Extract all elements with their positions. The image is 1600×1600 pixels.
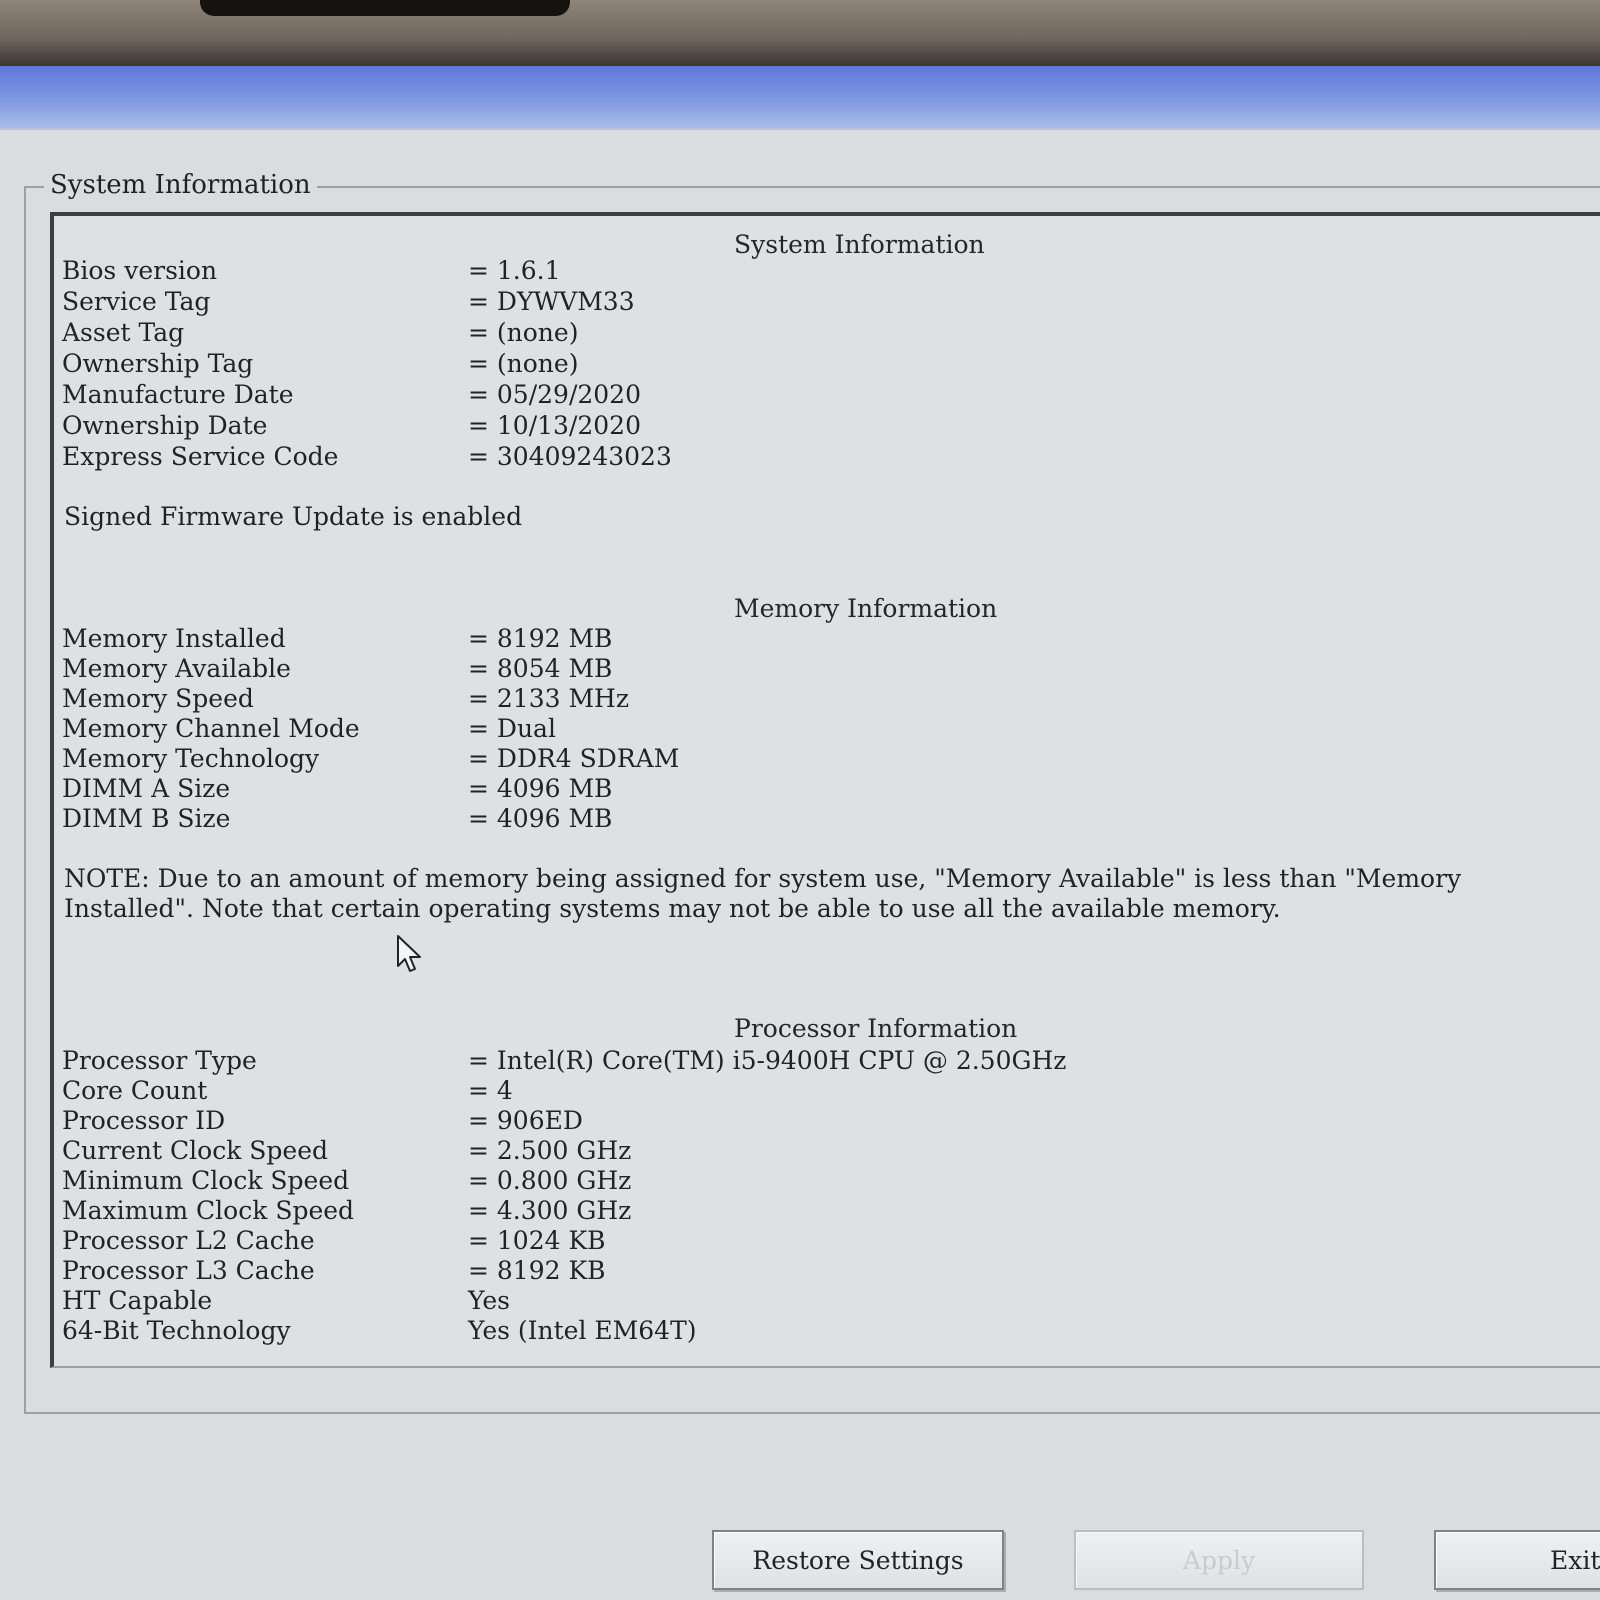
row-label: Memory Technology — [62, 744, 320, 773]
row-value: = Intel(R) Core(TM) i5-9400H CPU @ 2.50G… — [468, 1046, 1067, 1075]
row-value: = 1024 KB — [468, 1226, 606, 1255]
row-label: Core Count — [62, 1076, 208, 1105]
row-label: Ownership Tag — [62, 349, 254, 378]
row-value: = DDR4 SDRAM — [468, 744, 680, 773]
row-label: Processor Type — [62, 1046, 257, 1075]
row-value: Yes — [468, 1286, 510, 1315]
restore-settings-button[interactable]: Restore Settings — [712, 1530, 1004, 1590]
mouse-pointer-icon — [397, 935, 421, 972]
system-information-groupbox: System Information System Information Bi… — [24, 170, 1600, 1414]
row-label: Memory Speed — [62, 684, 254, 713]
row-value: = 8192 MB — [468, 624, 613, 653]
laptop-bezel — [0, 0, 1600, 66]
memory-note: NOTE: Due to an amount of memory being a… — [64, 864, 1462, 923]
row-value: = 4096 MB — [468, 804, 613, 833]
row-label: Memory Channel Mode — [62, 714, 360, 743]
exit-button[interactable]: Exit — [1434, 1530, 1600, 1590]
row-value: = 8054 MB — [468, 654, 613, 683]
row-value: = 906ED — [468, 1106, 583, 1135]
row-value: = 0.800 GHz — [468, 1166, 632, 1195]
row-label: Minimum Clock Speed — [62, 1166, 350, 1195]
apply-button[interactable]: Apply — [1074, 1530, 1364, 1590]
row-value: = (none) — [468, 318, 579, 347]
row-value: = Dual — [468, 714, 556, 743]
bios-screen: System Information System Information Bi… — [0, 66, 1600, 1600]
row-value: = 2.500 GHz — [468, 1136, 632, 1165]
row-value: = 1.6.1 — [468, 256, 561, 285]
processor-information-title: Processor Information — [734, 1014, 1018, 1043]
row-label: Asset Tag — [62, 318, 185, 347]
row-label: Ownership Date — [62, 411, 268, 440]
row-label: Maximum Clock Speed — [62, 1196, 355, 1225]
row-value: = 4 — [468, 1076, 513, 1105]
row-label: Service Tag — [62, 287, 211, 316]
row-value: = 4.300 GHz — [468, 1196, 632, 1225]
firmware-update-status: Signed Firmware Update is enabled — [64, 502, 523, 531]
row-label: Processor L2 Cache — [62, 1226, 315, 1255]
row-label: Bios version — [62, 256, 218, 285]
row-label: Memory Available — [62, 654, 291, 683]
row-label: Processor L3 Cache — [62, 1256, 315, 1285]
row-label: DIMM B Size — [62, 804, 231, 833]
row-label: Current Clock Speed — [62, 1136, 329, 1165]
row-value: = 4096 MB — [468, 774, 613, 803]
row-value: Yes (Intel EM64T) — [468, 1316, 697, 1345]
memory-information-title: Memory Information — [734, 594, 998, 623]
row-value: = (none) — [468, 349, 579, 378]
row-label: Manufacture Date — [62, 380, 294, 409]
title-bar — [0, 66, 1600, 130]
row-value: = DYWVM33 — [468, 287, 635, 316]
row-value: = 8192 KB — [468, 1256, 606, 1285]
row-label: Processor ID — [62, 1106, 226, 1135]
row-value: = 30409243023 — [468, 442, 672, 471]
row-value: = 2133 MHz — [468, 684, 630, 713]
system-information-title: System Information — [734, 230, 985, 259]
information-panel: System Information Bios version = 1.6.1 … — [50, 212, 1600, 1368]
row-value: = 10/13/2020 — [468, 411, 641, 440]
row-value: = 05/29/2020 — [468, 380, 641, 409]
row-label: DIMM A Size — [62, 774, 231, 803]
row-label: Express Service Code — [62, 442, 339, 471]
row-label: HT Capable — [62, 1286, 213, 1315]
row-label: Memory Installed — [62, 624, 286, 653]
bezel-notch — [200, 0, 570, 16]
row-label: 64-Bit Technology — [62, 1316, 291, 1345]
groupbox-title: System Information — [44, 170, 317, 200]
